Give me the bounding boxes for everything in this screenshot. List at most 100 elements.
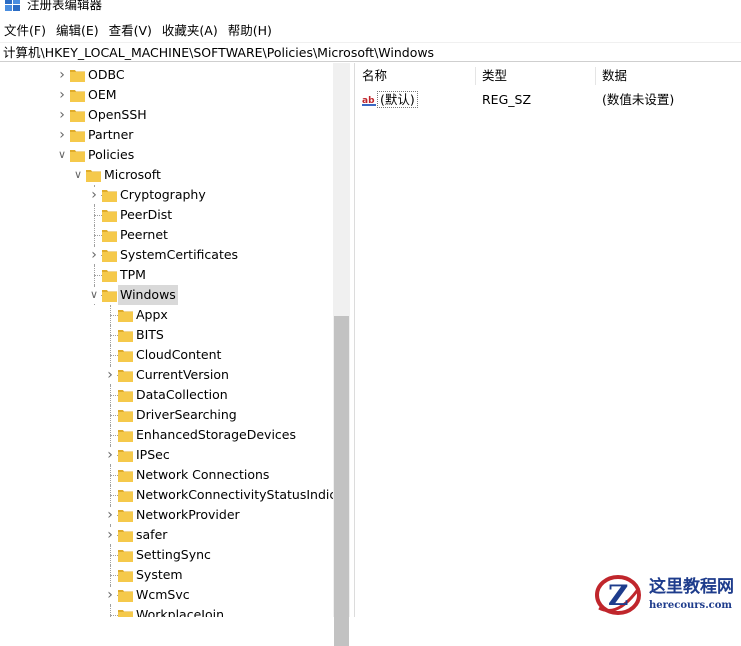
value-row[interactable]: ab (默认) REG_SZ (数值未设置)	[355, 90, 741, 110]
tree-node-label[interactable]: WorkplaceJoin	[134, 605, 226, 617]
folder-icon	[102, 250, 117, 262]
chevron-right-icon[interactable]: ›	[103, 367, 117, 383]
tree-node-label[interactable]: Partner	[86, 125, 135, 145]
tree-node-label[interactable]: DriverSearching	[134, 405, 239, 425]
tree-node[interactable]: › SystemCertificates	[0, 245, 333, 265]
chevron-right-icon[interactable]: ›	[55, 127, 69, 143]
tree-node-label[interactable]: OEM	[86, 85, 119, 105]
chevron-right-icon[interactable]: ›	[87, 187, 101, 203]
tree-node-label[interactable]: safer	[134, 525, 169, 545]
tree-scrollbar[interactable]	[333, 63, 350, 646]
column-header-name[interactable]: 名称	[355, 63, 475, 89]
tree-node-label[interactable]: SettingSync	[134, 545, 213, 565]
registry-tree[interactable]: › ODBC › OEM › OpenSSH › Partner ∨ Policies ∨ Micro…	[0, 63, 333, 617]
tree-node[interactable]: WorkplaceJoin	[0, 605, 333, 617]
tree-node-label[interactable]: NetworkProvider	[134, 505, 242, 525]
tree-node-label[interactable]: PeerDist	[118, 205, 174, 225]
tree-guide-line	[110, 305, 111, 325]
tree-node-label[interactable]: TPM	[118, 265, 148, 285]
tree-node-label[interactable]: Policies	[86, 145, 136, 165]
value-name[interactable]: (默认)	[377, 91, 418, 108]
folder-icon	[118, 530, 133, 542]
menu-help[interactable]: 帮助(H)	[223, 21, 277, 41]
tree-node-label[interactable]: CurrentVersion	[134, 365, 231, 385]
tree-node[interactable]: › safer	[0, 525, 333, 545]
tree-node[interactable]: NetworkConnectivityStatusIndicato	[0, 485, 333, 505]
tree-node[interactable]: › WcmSvc	[0, 585, 333, 605]
chevron-right-icon[interactable]: ›	[55, 87, 69, 103]
tree-node-label[interactable]: Windows	[118, 285, 178, 305]
menu-favorites[interactable]: 收藏夹(A)	[157, 21, 223, 41]
tree-node-label[interactable]: Microsoft	[102, 165, 163, 185]
value-data: (数值未设置)	[602, 92, 675, 107]
string-value-icon: ab	[361, 93, 377, 107]
tree-node[interactable]: ∨ Windows	[0, 285, 333, 305]
chevron-right-icon[interactable]: ›	[103, 447, 117, 463]
tree-node[interactable]: BITS	[0, 325, 333, 345]
menu-file[interactable]: 文件(F)	[0, 21, 51, 41]
column-header-type[interactable]: 类型	[475, 63, 595, 89]
watermark-logo: Z 这里教程网 herecours.com	[593, 568, 741, 617]
tree-node-label[interactable]: EnhancedStorageDevices	[134, 425, 298, 445]
tree-node-label[interactable]: IPSec	[134, 445, 172, 465]
tree-node-label[interactable]: NetworkConnectivityStatusIndicato	[134, 485, 333, 505]
tree-node[interactable]: › OpenSSH	[0, 105, 333, 125]
address-bar[interactable]: 计算机\HKEY_LOCAL_MACHINE\SOFTWARE\Policies…	[0, 42, 741, 62]
tree-node[interactable]: › ODBC	[0, 65, 333, 85]
tree-node[interactable]: System	[0, 565, 333, 585]
tree-node-label[interactable]: WcmSvc	[134, 585, 192, 605]
tree-node[interactable]: PeerDist	[0, 205, 333, 225]
chevron-right-icon[interactable]: ›	[55, 107, 69, 123]
folder-icon	[118, 470, 133, 482]
tree-node-label[interactable]: DataCollection	[134, 385, 230, 405]
tree-node-label[interactable]: OpenSSH	[86, 105, 149, 125]
tree-guide-line	[94, 205, 95, 225]
tree-node-label[interactable]: Appx	[134, 305, 170, 325]
tree-node[interactable]: Appx	[0, 305, 333, 325]
tree-node-label[interactable]: System	[134, 565, 185, 585]
menu-edit[interactable]: 编辑(E)	[51, 21, 104, 41]
value-type: REG_SZ	[482, 92, 532, 107]
tree-node[interactable]: › OEM	[0, 85, 333, 105]
tree-node[interactable]: ∨ Policies	[0, 145, 333, 165]
values-pane[interactable]: 名称 类型 数据 ab (默认) REG_SZ (数值未设置)	[355, 63, 741, 617]
chevron-down-icon[interactable]: ∨	[71, 167, 85, 183]
folder-icon	[70, 110, 85, 122]
tree-node[interactable]: DriverSearching	[0, 405, 333, 425]
column-header-data[interactable]: 数据	[595, 63, 741, 89]
tree-node[interactable]: CloudContent	[0, 345, 333, 365]
tree-node[interactable]: SettingSync	[0, 545, 333, 565]
tree-node-label[interactable]: BITS	[134, 325, 166, 345]
chevron-down-icon[interactable]: ∨	[87, 287, 101, 303]
tree-node[interactable]: EnhancedStorageDevices	[0, 425, 333, 445]
tree-node-label[interactable]: ODBC	[86, 65, 127, 85]
scrollbar-thumb[interactable]	[334, 316, 349, 646]
chevron-right-icon[interactable]: ›	[103, 587, 117, 603]
tree-node-label[interactable]: Peernet	[118, 225, 170, 245]
folder-icon	[118, 370, 133, 382]
tree-guide-line	[110, 465, 111, 485]
tree-node[interactable]: › IPSec	[0, 445, 333, 465]
tree-node-label[interactable]: CloudContent	[134, 345, 223, 365]
tree-node[interactable]: › NetworkProvider	[0, 505, 333, 525]
chevron-right-icon[interactable]: ›	[55, 67, 69, 83]
tree-node[interactable]: ∨ Microsoft	[0, 165, 333, 185]
tree-node[interactable]: › CurrentVersion	[0, 365, 333, 385]
tree-node-label[interactable]: SystemCertificates	[118, 245, 240, 265]
tree-node[interactable]: TPM	[0, 265, 333, 285]
tree-node[interactable]: › Partner	[0, 125, 333, 145]
chevron-down-icon[interactable]: ∨	[55, 147, 69, 163]
tree-node-label[interactable]: Network Connections	[134, 465, 271, 485]
chevron-right-icon[interactable]: ›	[87, 247, 101, 263]
chevron-right-icon[interactable]: ›	[103, 527, 117, 543]
tree-node[interactable]: Peernet	[0, 225, 333, 245]
regedit-icon	[5, 0, 20, 11]
tree-node[interactable]: Network Connections	[0, 465, 333, 485]
tree-guide-line	[94, 265, 95, 285]
chevron-right-icon[interactable]: ›	[103, 507, 117, 523]
tree-node[interactable]: DataCollection	[0, 385, 333, 405]
tree-node[interactable]: › Cryptography	[0, 185, 333, 205]
menu-view[interactable]: 查看(V)	[104, 21, 157, 41]
tree-guide-line	[110, 345, 111, 365]
tree-node-label[interactable]: Cryptography	[118, 185, 208, 205]
